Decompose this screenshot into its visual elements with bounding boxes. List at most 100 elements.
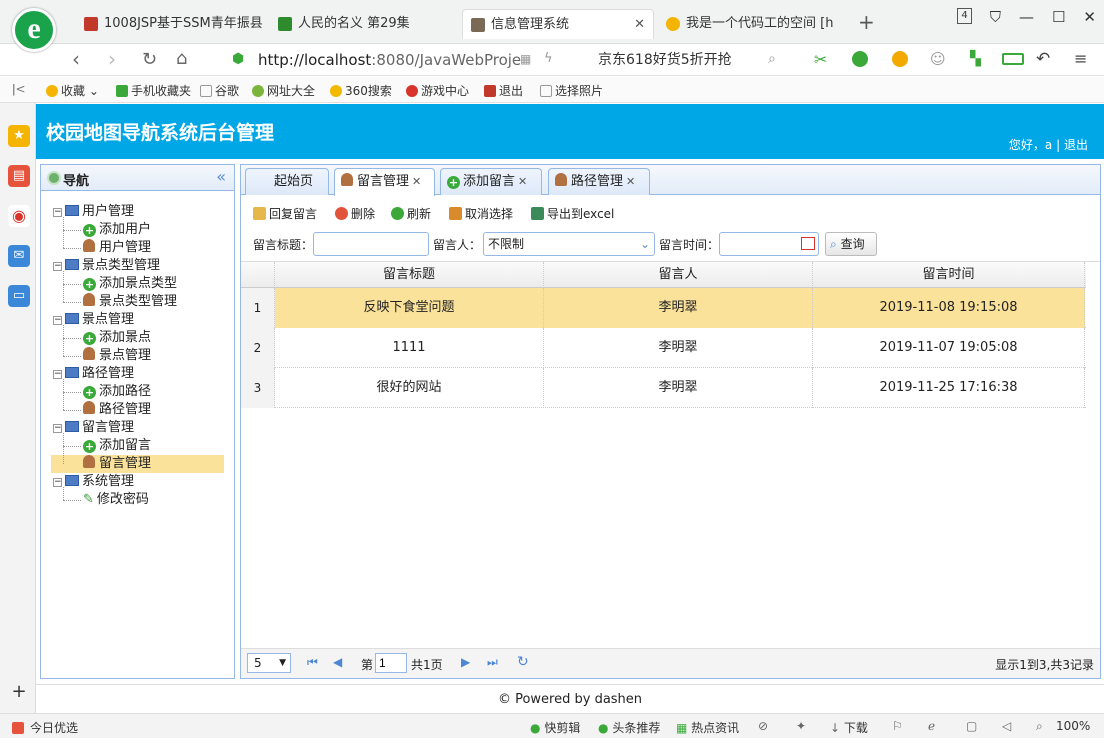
export-excel-button[interactable]: 导出到excel [531, 205, 614, 222]
nav-item-0-1[interactable]: 用户管理 [83, 239, 151, 257]
title-filter-input[interactable] [313, 232, 429, 256]
status-item[interactable]: ▦ 热点资讯 [676, 719, 739, 736]
close-window-icon[interactable]: ✕ [1083, 8, 1096, 26]
close-tab-icon[interactable]: ✕ [626, 175, 635, 188]
nav-group-3[interactable]: − 路径管理 [53, 365, 134, 383]
apps-icon[interactable]: ▚ [970, 51, 981, 67]
flag-icon[interactable]: ⚐ [892, 719, 903, 733]
scissors-icon[interactable]: ✂ [814, 50, 827, 69]
bookmark-item[interactable]: 谷歌 [200, 82, 239, 99]
table-row[interactable]: 1 反映下食堂问题 李明翠 2019-11-08 19:15:08 [241, 288, 1086, 328]
address-bar[interactable]: http://localhost:8080/JavaWebProje [258, 47, 618, 73]
status-item[interactable]: 今日优选 [12, 719, 78, 736]
close-tab-icon[interactable]: ✕ [412, 175, 421, 188]
grid-icon[interactable]: ▦ [520, 52, 531, 66]
zoom-icon[interactable]: ⌕ [1036, 719, 1043, 734]
forward-icon[interactable]: › [108, 47, 116, 71]
browser-tab-1[interactable]: 1008JSP基于SSM青年振县 [76, 9, 266, 39]
collapse-node-icon[interactable]: − [53, 316, 62, 325]
sidebar-toggle-icon[interactable]: ǀ< [12, 82, 26, 96]
nav-item-0-0[interactable]: + 添加用户 [83, 221, 151, 239]
bookmark-item[interactable]: 选择照片 [540, 82, 603, 99]
emoji-icon[interactable]: ☺ [930, 50, 946, 68]
translate-icon[interactable] [852, 51, 868, 67]
collapse-icon[interactable]: « [216, 167, 226, 186]
pin-icon[interactable]: ✦ [796, 719, 806, 733]
status-item[interactable]: ● 头条推荐 [598, 719, 660, 736]
nav-group-2[interactable]: − 景点管理 [53, 311, 134, 329]
column-header-title[interactable]: 留言标题 [275, 262, 544, 288]
tab-count-badge[interactable]: 4 [957, 8, 972, 24]
collapse-node-icon[interactable]: − [53, 208, 62, 217]
lightning-icon[interactable]: ϟ [544, 51, 553, 66]
window-icon[interactable]: ▢ [966, 719, 977, 733]
nav-group-5[interactable]: − 系统管理 [53, 473, 134, 491]
shirt-icon[interactable]: ⛉ [990, 8, 1001, 26]
browser-search-box[interactable]: 京东618好货5折开抢 [598, 47, 788, 73]
column-header-time[interactable]: 留言时间 [813, 262, 1085, 288]
time-filter-input[interactable] [719, 232, 819, 256]
nav-item-5-0[interactable]: ✎ 修改密码 [83, 491, 149, 509]
bookmark-item[interactable]: 网址大全 [252, 82, 315, 99]
close-tab-icon[interactable]: ✕ [634, 10, 645, 39]
page-number-input[interactable] [375, 653, 407, 673]
table-row[interactable]: 2 1111 李明翠 2019-11-07 19:05:08 [241, 328, 1086, 368]
tab-path-manage[interactable]: 路径管理 ✕ [548, 168, 650, 195]
bookmark-item[interactable]: 退出 [484, 82, 523, 99]
delete-button[interactable]: 删除 [335, 205, 375, 222]
next-page-icon[interactable]: ▶ [461, 655, 470, 669]
undo-icon[interactable]: ↶ [1036, 49, 1050, 69]
tab-home[interactable]: 起始页 [245, 168, 329, 195]
document-icon[interactable]: ▭ [8, 285, 30, 307]
nav-group-4[interactable]: − 留言管理 [53, 419, 134, 437]
collapse-node-icon[interactable]: − [53, 370, 62, 379]
nav-item-2-1[interactable]: 景点管理 [83, 347, 151, 365]
coin-icon[interactable] [892, 51, 908, 67]
search-icon[interactable]: ⌕ [768, 51, 776, 67]
browser-logo-icon[interactable]: e [12, 8, 56, 52]
browser-tab-3-active[interactable]: 信息管理系统 ✕ [462, 9, 654, 39]
nav-item-1-0[interactable]: + 添加景点类型 [83, 275, 177, 293]
browser-tab-2[interactable]: 人民的名义 第29集 [270, 9, 458, 39]
first-page-icon[interactable]: ⏮ [307, 655, 318, 670]
new-tab-button[interactable]: + [858, 10, 875, 34]
nav-item-2-0[interactable]: + 添加景点 [83, 329, 151, 347]
zoom-level[interactable]: 100% [1056, 719, 1090, 733]
prev-page-icon[interactable]: ◀ [333, 655, 342, 669]
minimize-icon[interactable]: — [1019, 8, 1034, 26]
unselect-button[interactable]: 取消选择 [449, 205, 513, 222]
bookmark-item[interactable]: 360搜索 [330, 82, 392, 99]
bookmark-item[interactable]: 游戏中心 [406, 82, 469, 99]
close-tab-icon[interactable]: ✕ [518, 175, 527, 188]
nav-item-4-0[interactable]: + 添加留言 [83, 437, 151, 455]
collapse-node-icon[interactable]: − [53, 262, 62, 271]
battery-icon[interactable] [1002, 53, 1024, 65]
nav-group-1[interactable]: − 景点类型管理 [53, 257, 160, 275]
menu-icon[interactable]: ≡ [1074, 49, 1087, 68]
collapse-node-icon[interactable]: − [53, 424, 62, 433]
reply-button[interactable]: 回复留言 [253, 205, 317, 222]
nav-item-3-0[interactable]: + 添加路径 [83, 383, 151, 401]
globe-icon[interactable]: ⊘ [758, 719, 768, 733]
back-icon[interactable]: ‹ [72, 47, 80, 71]
tab-message-manage[interactable]: 留言管理 ✕ [334, 168, 435, 196]
calendar-icon[interactable] [801, 237, 815, 250]
favorites-button[interactable]: 收藏 ⌄ [46, 82, 99, 99]
news-icon[interactable]: ▤ [8, 165, 30, 187]
tab-add-message[interactable]: + 添加留言 ✕ [440, 168, 542, 195]
browser-e-icon[interactable]: ℯ [928, 719, 935, 733]
maximize-icon[interactable]: ☐ [1052, 8, 1065, 26]
column-header-author[interactable]: 留言人 [544, 262, 813, 288]
speaker-icon[interactable]: ◁ [1002, 719, 1011, 733]
browser-tab-4[interactable]: 我是一个代码工的空间 [h [658, 9, 844, 39]
search-button[interactable]: ⌕ 查询 [825, 232, 877, 256]
status-item[interactable]: ● 快剪辑 [530, 719, 580, 736]
table-row[interactable]: 3 很好的网站 李明翠 2019-11-25 17:16:38 [241, 368, 1086, 408]
nav-item-1-1[interactable]: 景点类型管理 [83, 293, 177, 311]
logout-link[interactable]: 退出 [1064, 138, 1088, 152]
mail-icon[interactable]: ✉ [8, 245, 30, 267]
home-icon[interactable]: ⌂ [176, 48, 187, 69]
collapse-node-icon[interactable]: − [53, 478, 62, 487]
last-page-icon[interactable]: ⏭ [487, 655, 498, 670]
reload-page-icon[interactable]: ↻ [517, 654, 529, 670]
